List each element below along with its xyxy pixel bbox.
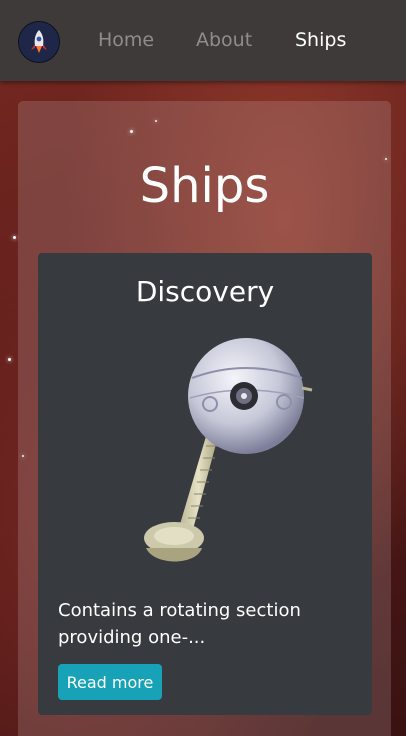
star: [13, 236, 16, 239]
page-title: Ships: [139, 158, 270, 214]
discovery-ship-image: [144, 338, 313, 562]
card-description: Contains a rotating section providing on…: [58, 600, 301, 648]
ship-card: Discovery Contains a rotating section pr…: [38, 253, 372, 715]
navbar: Home About Ships: [0, 0, 406, 81]
nav-about-link[interactable]: About: [196, 29, 252, 51]
rocket-logo-icon[interactable]: [18, 21, 60, 63]
nav-home-link[interactable]: Home: [98, 29, 154, 51]
read-more-button[interactable]: Read more: [58, 664, 162, 700]
nav-ships-link[interactable]: Ships: [295, 29, 346, 51]
star: [8, 358, 11, 361]
card-title: Discovery: [135, 275, 275, 308]
